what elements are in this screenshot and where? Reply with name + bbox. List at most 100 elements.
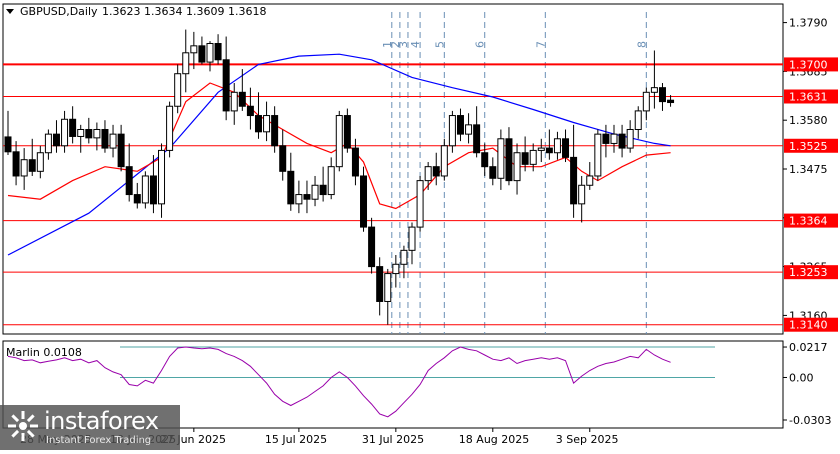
candle-bearish <box>562 138 570 158</box>
candle-bullish <box>109 133 117 149</box>
candle-bullish <box>263 115 271 133</box>
candle-bullish <box>384 273 392 302</box>
candle-bearish <box>125 166 133 196</box>
candle-bullish <box>335 115 343 168</box>
price-level-label: 1.3700 <box>789 58 828 71</box>
indicator-axis-label: -0.0303 <box>789 414 831 427</box>
candle-bearish <box>570 156 578 205</box>
candle-bullish <box>206 43 214 63</box>
candle-bearish <box>246 105 254 117</box>
candle-bullish <box>642 91 650 112</box>
candle-bearish <box>602 133 610 144</box>
candle-bearish <box>658 87 666 103</box>
vertical-marker-label: 8 <box>635 41 648 48</box>
candle-bullish <box>610 133 618 144</box>
candle-bearish <box>667 99 675 104</box>
candle-bullish <box>650 87 658 93</box>
candle-bullish <box>440 145 448 177</box>
price-level-label: 1.3140 <box>789 319 828 332</box>
candle-bullish <box>497 138 505 179</box>
candle-bearish <box>222 59 230 112</box>
candle-bearish <box>52 133 60 147</box>
y-axis-tick-label: 1.3580 <box>789 114 828 127</box>
price-level-label: 1.3364 <box>789 215 828 228</box>
candle-bearish <box>432 166 440 177</box>
watermark-brand: instaforex <box>44 407 159 435</box>
candle-bullish <box>230 91 238 112</box>
candle-bullish <box>190 45 198 54</box>
candle-bullish <box>537 147 545 151</box>
candle-bearish <box>360 175 368 228</box>
candle-bearish <box>473 124 481 154</box>
candle-bullish <box>295 194 303 205</box>
candle-bearish <box>133 194 141 204</box>
candle-bullish <box>36 152 44 172</box>
candle-bullish <box>626 128 634 149</box>
candle-bearish <box>149 175 157 205</box>
vertical-marker-label: 3 <box>397 41 410 48</box>
candle-bearish <box>287 170 295 205</box>
candle-bullish <box>61 118 69 147</box>
candle-bullish <box>158 149 166 205</box>
instaforex-watermark: instaforex Instant Forex Trading <box>0 405 180 450</box>
y-axis-tick-label: 1.3790 <box>789 17 828 30</box>
header-ohlc: 1.3623 1.3634 1.3609 1.3618 <box>102 5 266 18</box>
vertical-marker-label: 6 <box>474 41 487 48</box>
candle-bullish <box>392 263 400 275</box>
candle-bullish <box>400 249 408 265</box>
candle-bullish <box>93 128 101 139</box>
candle-bullish <box>311 184 319 200</box>
candle-bearish <box>456 115 464 135</box>
candle-bearish <box>351 147 359 177</box>
candle-bearish <box>343 115 351 149</box>
candle-bearish <box>12 151 20 177</box>
candle-bearish <box>4 136 12 153</box>
candle-bearish <box>28 159 36 172</box>
candle-bullish <box>513 152 521 182</box>
candle-bullish <box>594 133 602 177</box>
candle-bullish <box>424 166 432 182</box>
candle-bearish <box>69 118 77 137</box>
candle-bearish <box>279 145 287 172</box>
x-axis-label: 3 Sep 2025 <box>556 433 619 446</box>
y-axis-tick-label: 1.3475 <box>789 163 828 176</box>
chart-window[interactable]: 123456781.31601.32651.33701.34751.35801.… <box>0 0 840 450</box>
candle-bearish <box>198 45 206 63</box>
candle-bullish <box>20 159 28 177</box>
candle-bullish <box>586 175 594 186</box>
candle-bearish <box>101 128 109 149</box>
candle-bearish <box>254 115 262 133</box>
candle-bearish <box>271 115 279 147</box>
candle-bearish <box>618 133 626 149</box>
candle-bearish <box>238 91 246 107</box>
candle-bullish <box>166 105 174 151</box>
candle-bearish <box>303 194 311 200</box>
vertical-marker-label: 7 <box>534 41 547 48</box>
candle-bullish <box>77 128 85 137</box>
candle-bullish <box>416 180 424 228</box>
candle-bullish <box>448 115 456 147</box>
instaforex-logo-icon <box>8 411 38 441</box>
indicator-title: Marlin 0.0108 <box>6 346 82 359</box>
candle-bullish <box>44 133 52 154</box>
candle-bullish <box>327 166 335 196</box>
candle-bullish <box>578 184 586 205</box>
price-level-label: 1.3631 <box>789 90 828 103</box>
x-axis-label: 18 Aug 2025 <box>459 433 529 446</box>
candle-bearish <box>505 138 513 182</box>
indicator-axis-label: 0.00 <box>789 371 814 384</box>
vertical-marker-label: 4 <box>409 41 422 48</box>
candle-bearish <box>117 133 125 168</box>
candle-bullish <box>174 73 182 107</box>
indicator-axis-label: 0.0217 <box>789 341 828 354</box>
candle-bearish <box>85 128 93 139</box>
candle-bearish <box>521 152 529 165</box>
candle-bearish <box>376 266 384 302</box>
price-level-label: 1.3525 <box>789 140 828 153</box>
x-axis-label: 31 Jul 2025 <box>362 433 424 446</box>
chart-canvas[interactable]: 123456781.31601.32651.33701.34751.35801.… <box>0 0 840 450</box>
candle-bullish <box>634 110 642 130</box>
candle-bullish <box>465 124 473 135</box>
price-level-label: 1.3253 <box>789 266 828 279</box>
candle-bearish <box>489 166 497 179</box>
